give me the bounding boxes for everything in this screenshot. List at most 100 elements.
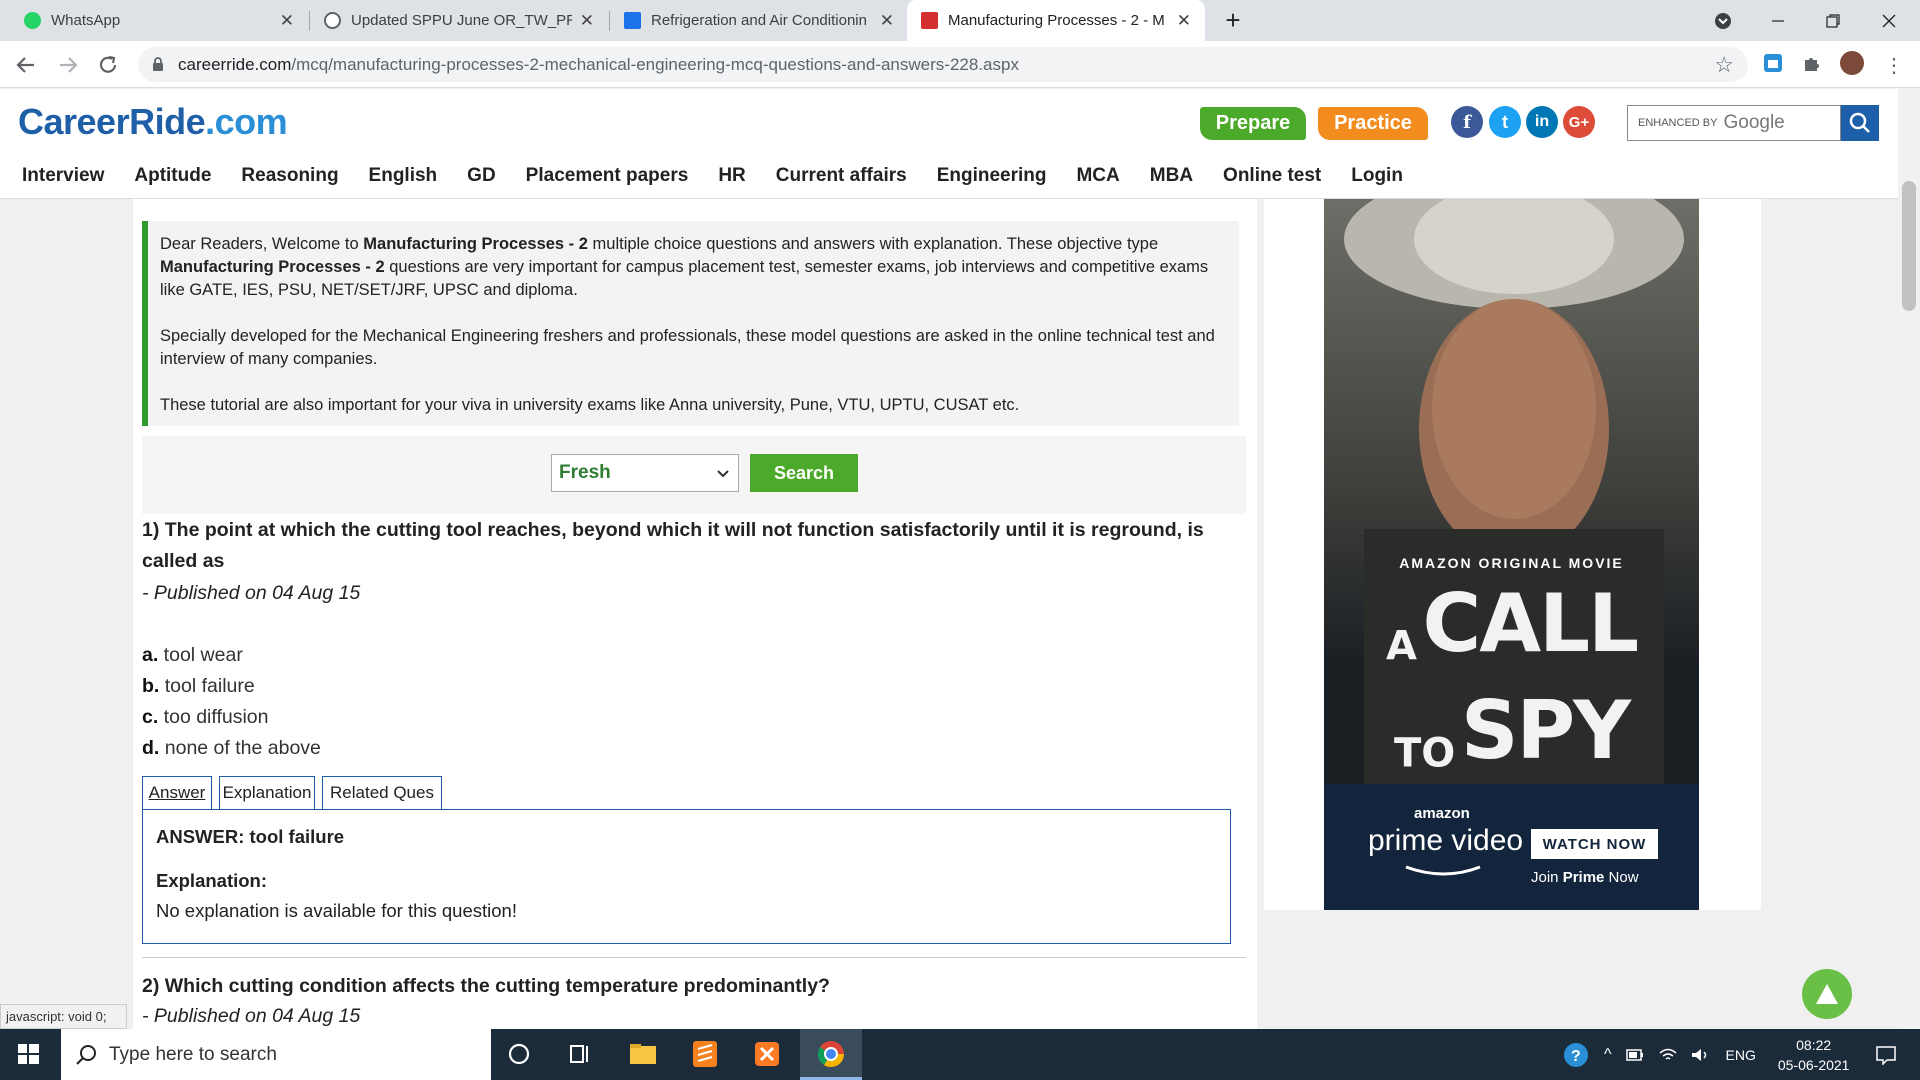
topic-bold: Manufacturing Processes - 2: [160, 258, 385, 276]
menu-engineering[interactable]: Engineering: [937, 165, 1047, 187]
chevron-up-icon[interactable]: ^: [1604, 1046, 1612, 1064]
new-tab-button[interactable]: +: [1210, 0, 1256, 41]
ad-join-part: Join: [1531, 869, 1563, 886]
scroll-thumb[interactable]: [1902, 181, 1916, 311]
twitter-icon[interactable]: t: [1489, 106, 1521, 138]
sublime-text-icon[interactable]: [688, 1037, 722, 1071]
taskbar-search-input[interactable]: Type here to search: [61, 1029, 491, 1080]
google-search-input[interactable]: ENHANCED BY Google: [1627, 105, 1841, 141]
search-button[interactable]: [1841, 105, 1879, 141]
google-label: Google: [1723, 112, 1785, 133]
menu-online-test[interactable]: Online test: [1223, 165, 1321, 187]
menu-interview[interactable]: Interview: [22, 165, 104, 187]
menu-hr[interactable]: HR: [718, 165, 745, 187]
ad-brand: prime video: [1368, 824, 1524, 857]
clock[interactable]: 08:22 05-06-2021: [1778, 1035, 1850, 1075]
option-text: tool wear: [158, 644, 243, 666]
task-view-icon[interactable]: [564, 1037, 598, 1071]
menu-aptitude[interactable]: Aptitude: [134, 165, 211, 187]
restore-icon[interactable]: [1810, 0, 1856, 41]
language-indicator[interactable]: ENG: [1726, 1047, 1756, 1063]
back-icon[interactable]: [14, 53, 38, 77]
intro-text: Dear Readers, Welcome to: [160, 235, 364, 253]
close-tab-icon[interactable]: ✕: [580, 11, 594, 31]
notifications-icon[interactable]: [1875, 1045, 1897, 1065]
menu-reasoning[interactable]: Reasoning: [241, 165, 338, 187]
question-2-title: 2) Which cutting condition affects the c…: [142, 975, 830, 997]
ad-watch-now-button[interactable]: WATCH NOW: [1531, 829, 1658, 859]
filter-search-button[interactable]: Search: [750, 454, 858, 492]
careerride-logo[interactable]: CareerRide.com: [18, 101, 288, 143]
wifi-icon[interactable]: [1658, 1047, 1678, 1063]
menu-gd[interactable]: GD: [467, 165, 496, 187]
extension-icon[interactable]: [1761, 51, 1785, 75]
ad-title-part: TO: [1393, 730, 1456, 776]
prepare-button[interactable]: Prepare: [1200, 107, 1306, 140]
sidebar: AMAZON ORIGINAL MOVIE A CALL TO SPY amaz…: [1264, 199, 1761, 910]
reload-icon[interactable]: [96, 53, 120, 77]
facebook-icon[interactable]: f: [1451, 106, 1483, 138]
intro-paragraph-2: Specially developed for the Mechanical E…: [160, 327, 1215, 368]
forward-icon[interactable]: [56, 53, 80, 77]
practice-button[interactable]: Practice: [1318, 107, 1428, 140]
related-questions-tab[interactable]: Related Ques: [322, 776, 442, 810]
url-field[interactable]: careerride.com/mcq/manufacturing-process…: [138, 47, 1748, 82]
windows-start-icon[interactable]: [12, 1037, 46, 1071]
close-tab-icon[interactable]: ✕: [1177, 11, 1191, 31]
option-text: none of the above: [159, 737, 321, 759]
file-explorer-icon[interactable]: [626, 1037, 660, 1071]
minimize-icon[interactable]: [1755, 0, 1801, 41]
close-tab-icon[interactable]: ✕: [280, 11, 294, 31]
close-tab-icon[interactable]: ✕: [880, 11, 894, 31]
profile-avatar-icon[interactable]: [1840, 51, 1864, 75]
answer-panel: ANSWER: tool failure Explanation: No exp…: [142, 809, 1231, 944]
tab-whatsapp[interactable]: WhatsApp ✕: [10, 0, 308, 41]
search-icon: [1849, 112, 1870, 133]
ad-join-part: Now: [1604, 869, 1639, 886]
tab-search-icon[interactable]: [1700, 0, 1746, 41]
svg-text:?: ?: [1571, 1048, 1581, 1065]
menu-placement-papers[interactable]: Placement papers: [526, 165, 689, 187]
help-icon[interactable]: ?: [1562, 1041, 1590, 1069]
intro-paragraph-3: These tutorial are also important for yo…: [160, 396, 1020, 414]
cortana-icon[interactable]: [502, 1037, 536, 1071]
logo-main: CareerRide: [18, 101, 206, 142]
tab-refrigeration[interactable]: Refrigeration and Air Conditionin ✕: [610, 0, 908, 41]
globe-icon: [324, 12, 341, 29]
xampp-icon[interactable]: [750, 1037, 784, 1071]
window-close-icon[interactable]: [1866, 0, 1912, 41]
explanation-tab[interactable]: Explanation: [219, 776, 315, 810]
difficulty-select[interactable]: Fresh: [551, 454, 739, 492]
system-tray: ? ^ ENG 08:22 05-06-2021: [1562, 1029, 1897, 1080]
tab-sppu[interactable]: Updated SPPU June OR_TW_PR e ✕: [310, 0, 608, 41]
selected-value: Fresh: [559, 462, 611, 483]
arrow-up-icon: [1816, 984, 1838, 1004]
ad-banner[interactable]: AMAZON ORIGINAL MOVIE A CALL TO SPY amaz…: [1324, 199, 1699, 910]
bookmark-star-icon[interactable]: ☆: [1714, 52, 1734, 78]
ad-tagline: AMAZON ORIGINAL MOVIE: [1399, 555, 1624, 571]
main-content: Dear Readers, Welcome to Manufacturing P…: [133, 199, 1257, 1029]
page-scrollbar[interactable]: [1898, 89, 1920, 1029]
answer-tab[interactable]: Answer: [142, 776, 212, 810]
linkedin-icon[interactable]: in: [1526, 106, 1558, 138]
menu-mba[interactable]: MBA: [1150, 165, 1193, 187]
tab-bar: WhatsApp ✕ Updated SPPU June OR_TW_PR e …: [0, 0, 1920, 41]
scroll-to-top-button[interactable]: [1802, 969, 1852, 1019]
ad-title-part: A: [1385, 623, 1417, 670]
menu-mca[interactable]: MCA: [1076, 165, 1119, 187]
filter-bar: Fresh Search: [142, 436, 1246, 514]
menu-dots-icon[interactable]: ⋮: [1884, 53, 1904, 78]
menu-english[interactable]: English: [369, 165, 438, 187]
puzzle-icon[interactable]: [1800, 51, 1824, 75]
option-d: d. none of the above: [142, 737, 321, 760]
menu-login[interactable]: Login: [1351, 165, 1403, 187]
menu-current-affairs[interactable]: Current affairs: [776, 165, 907, 187]
clock-date: 05-06-2021: [1777, 1056, 1850, 1073]
volume-icon[interactable]: [1690, 1047, 1710, 1063]
chrome-taskbar-button[interactable]: [800, 1029, 862, 1080]
enhanced-by-label: ENHANCED BY: [1638, 117, 1718, 129]
tab-manufacturing-active[interactable]: Manufacturing Processes - 2 - M ✕: [907, 0, 1205, 41]
battery-icon[interactable]: [1625, 1048, 1644, 1062]
intro-box: Dear Readers, Welcome to Manufacturing P…: [142, 221, 1239, 426]
google-plus-icon[interactable]: G+: [1563, 106, 1595, 138]
